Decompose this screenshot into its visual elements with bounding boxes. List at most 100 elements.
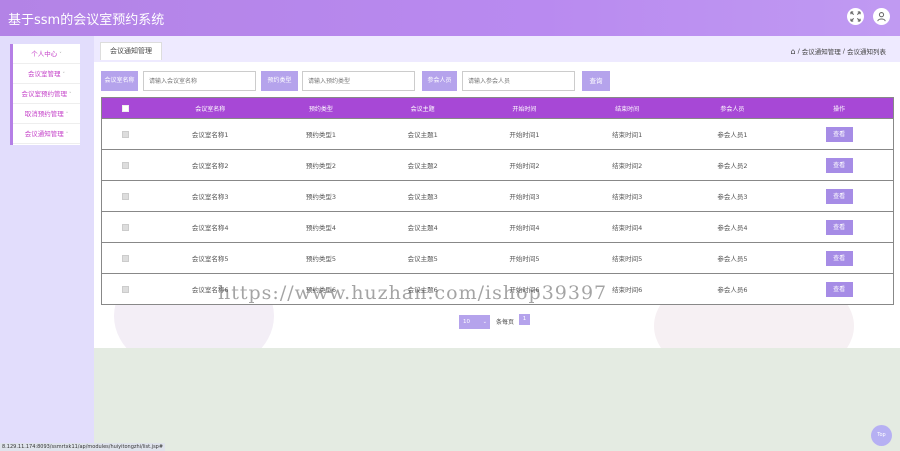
table-cell: 开始时间5 — [509, 255, 540, 263]
reservation-type-input[interactable] — [302, 71, 415, 91]
column-header: 操作 — [833, 105, 846, 113]
view-button[interactable]: 查看 — [825, 281, 853, 297]
table-cell: 开始时间2 — [509, 162, 540, 170]
view-button[interactable]: 查看 — [825, 188, 853, 204]
table-cell: 会议主题5 — [407, 255, 438, 263]
view-button[interactable]: 查看 — [825, 157, 853, 173]
table-cell: 会议主题1 — [407, 131, 438, 139]
action-cell: 查看 — [785, 281, 893, 297]
tab-notification-management[interactable]: 会议通知管理 — [100, 42, 162, 60]
page-size-select[interactable]: 10 ⌄ — [459, 314, 490, 329]
row-checkbox[interactable] — [122, 130, 130, 138]
user-icon[interactable] — [873, 8, 890, 25]
home-icon[interactable]: ⌂ — [791, 47, 796, 56]
table-cell: 预约类型4 — [305, 224, 336, 232]
table-cell: 开始时间1 — [509, 131, 540, 139]
breadcrumb-separator: / — [842, 47, 845, 55]
row-checkbox[interactable] — [122, 254, 130, 262]
view-button[interactable]: 查看 — [825, 250, 853, 266]
breadcrumb-separator: / — [797, 47, 800, 55]
action-cell: 查看 — [785, 219, 893, 235]
reservation-type-label: 预约类型 — [261, 71, 298, 91]
chevron-down-icon: ˅ — [69, 92, 72, 98]
table-cell: 参会人员4 — [717, 224, 748, 232]
select-all-checkbox[interactable] — [122, 104, 130, 112]
sidebar-item-reservations[interactable]: 会议室预约管理 ˅ — [13, 84, 80, 104]
sidebar-item-cancellations[interactable]: 取消预约管理 ˅ — [13, 104, 80, 124]
action-cell: 查看 — [785, 250, 893, 266]
table-cell: 会议主题3 — [407, 193, 438, 201]
row-select-cell — [102, 285, 150, 293]
row-select-cell — [102, 130, 150, 138]
table-row: 会议室名称2 预约类型2 会议主题2 开始时间2 结束时间2 参会人员2 查看 — [102, 149, 893, 180]
per-page-label: 条每页 — [496, 319, 515, 326]
page-number-button[interactable]: 1 — [519, 314, 531, 325]
fullscreen-icon[interactable] — [847, 8, 864, 25]
back-to-top-button[interactable]: Top — [871, 425, 892, 446]
breadcrumb-item[interactable]: 会议通知管理 — [802, 46, 841, 56]
table-cell: 参会人员6 — [717, 286, 748, 294]
attendee-input[interactable] — [462, 71, 575, 91]
table-cell: 开始时间3 — [509, 193, 540, 201]
sidebar-item-label: 个人中心 — [31, 50, 58, 58]
table-cell: 结束时间3 — [612, 193, 643, 201]
row-checkbox[interactable] — [122, 192, 130, 200]
breadcrumb: ⌂ / 会议通知管理 / 会议通知列表 — [791, 46, 886, 57]
view-button[interactable]: 查看 — [825, 219, 853, 235]
table-body: 会议室名称1 预约类型1 会议主题1 开始时间1 结束时间1 参会人员1 查看 会议室名称2 预… — [102, 118, 893, 304]
page-size-value: 10 — [463, 318, 470, 325]
table-cell: 预约类型3 — [305, 193, 336, 201]
table-cell: 参会人员2 — [717, 162, 748, 170]
column-header: 开始时间 — [512, 105, 537, 113]
table-cell: 预约类型1 — [305, 131, 336, 139]
table-cell: 会议室名称2 — [191, 162, 229, 170]
table-cell: 开始时间4 — [509, 224, 540, 232]
chevron-down-icon: ⌄ — [482, 318, 487, 325]
table-cell: 结束时间2 — [612, 162, 643, 170]
table-cell: 会议室名称3 — [191, 193, 229, 201]
sidebar-item-rooms[interactable]: 会议室管理 ˅ — [13, 64, 80, 84]
breadcrumb-current: 会议通知列表 — [847, 48, 886, 56]
table-cell: 结束时间1 — [612, 131, 643, 139]
tab-strip — [94, 36, 900, 62]
chevron-down-icon: ˅ — [59, 52, 62, 58]
table-cell: 预约类型5 — [305, 255, 336, 263]
row-checkbox[interactable] — [122, 285, 130, 293]
search-button[interactable]: 查询 — [582, 71, 610, 91]
table-row: 会议室名称1 预约类型1 会议主题1 开始时间1 结束时间1 参会人员1 查看 — [102, 118, 893, 149]
app-title: 基于ssm的会议室预约系统 — [8, 13, 165, 28]
table-cell: 会议主题4 — [407, 224, 438, 232]
view-button[interactable]: 查看 — [825, 126, 853, 142]
table-row: 会议室名称3 预约类型3 会议主题3 开始时间3 结束时间3 参会人员3 查看 — [102, 180, 893, 211]
watermark: https://www.huzhan.com/ishop39397 — [218, 282, 608, 304]
table-header: 会议室名称 预约类型 会议主题 开始时间 结束时间 参会人员 操作 — [102, 98, 893, 118]
table-cell: 预约类型2 — [305, 162, 336, 170]
row-select-cell — [102, 223, 150, 231]
table-cell: 结束时间4 — [612, 224, 643, 232]
sidebar-item-label: 会议通知管理 — [24, 130, 64, 138]
column-header: 会议主题 — [410, 105, 435, 113]
table-cell: 会议主题2 — [407, 162, 438, 170]
column-header: 结束时间 — [615, 105, 640, 113]
select-all-cell — [102, 104, 150, 112]
room-name-input[interactable] — [143, 71, 256, 91]
sidebar-item-profile[interactable]: 个人中心 ˅ — [13, 44, 80, 64]
table-row: 会议室名称4 预约类型4 会议主题4 开始时间4 结束时间4 参会人员4 查看 — [102, 211, 893, 242]
table-cell: 结束时间5 — [612, 255, 643, 263]
row-select-cell — [102, 161, 150, 169]
table-row: 会议室名称5 预约类型5 会议主题5 开始时间5 结束时间5 参会人员5 查看 — [102, 242, 893, 273]
table-cell: 参会人员5 — [717, 255, 748, 263]
sidebar-item-notifications[interactable]: 会议通知管理 ˅ — [13, 124, 80, 144]
sidebar-item-label: 会议室管理 — [28, 70, 61, 78]
row-checkbox[interactable] — [122, 223, 130, 231]
table-cell: 会议室名称4 — [191, 224, 229, 232]
chevron-down-icon: ˅ — [65, 132, 69, 138]
top-header: 基于ssm的会议室预约系统 — [0, 0, 900, 36]
column-header: 参会人员 — [720, 105, 745, 113]
row-checkbox[interactable] — [122, 161, 130, 169]
table-cell: 会议室名称1 — [191, 131, 229, 139]
notification-table: 会议室名称 预约类型 会议主题 开始时间 结束时间 参会人员 操作 会议室名称1… — [101, 97, 894, 305]
room-name-label: 会议室名称 — [101, 71, 138, 91]
sidebar-menu: 个人中心 ˅ 会议室管理 ˅ 会议室预约管理 ˅ 取消预约管理 ˅ 会议通知管理 ˅ — [10, 44, 80, 145]
table-cell: 参会人员1 — [717, 131, 748, 139]
